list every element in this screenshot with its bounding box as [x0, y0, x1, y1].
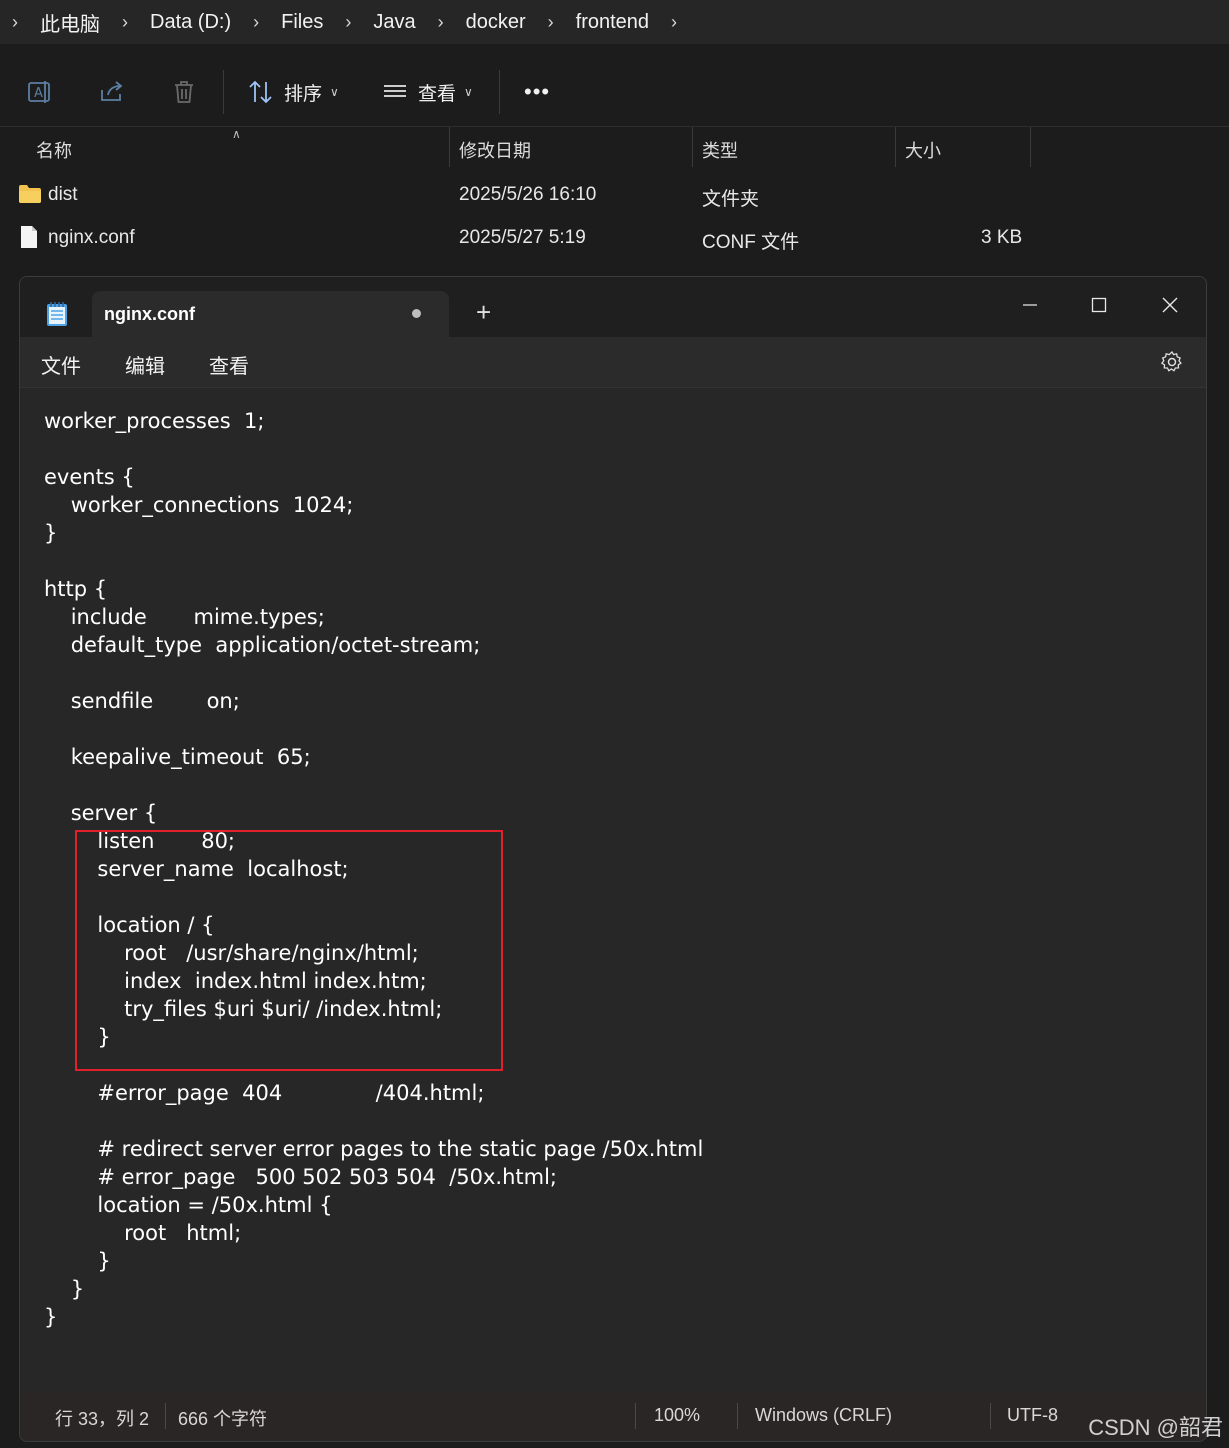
column-modified[interactable]: 修改日期	[459, 137, 531, 163]
chevron-down-icon: ∨	[464, 85, 473, 99]
close-icon	[1162, 297, 1178, 313]
file-list-header: ∧ 名称 修改日期 类型 大小	[0, 127, 1229, 167]
file-modified: 2025/5/27 5:19	[459, 227, 586, 248]
unsaved-dot-icon[interactable]	[412, 309, 421, 318]
sort-ascending-icon: ∧	[232, 127, 241, 141]
status-divider	[635, 1403, 636, 1429]
breadcrumb-frontend[interactable]: frontend	[576, 11, 649, 34]
file-icon	[21, 226, 37, 248]
new-tab-button[interactable]: +	[476, 299, 491, 325]
file-row-nginx-conf[interactable]: nginx.conf 2025/5/27 5:19 CONF 文件 3 KB	[0, 217, 1229, 259]
breadcrumb-docker[interactable]: docker	[466, 11, 526, 34]
chevron-down-icon: ∨	[330, 85, 339, 99]
close-button[interactable]	[1150, 287, 1190, 323]
encoding[interactable]: UTF-8	[1007, 1405, 1058, 1426]
file-name: dist	[48, 184, 78, 205]
toolbar-divider	[223, 70, 224, 114]
breadcrumb-drive[interactable]: Data (D:)	[150, 11, 231, 34]
chevron-right-icon[interactable]: ›	[438, 12, 444, 33]
column-name[interactable]: 名称	[36, 137, 72, 163]
breadcrumb-this-pc[interactable]: 此电脑	[40, 8, 100, 37]
column-resize-handle[interactable]	[1030, 127, 1031, 167]
view-list-icon	[384, 85, 406, 97]
sort-icon	[249, 80, 272, 104]
file-name: nginx.conf	[48, 227, 135, 248]
zoom-level[interactable]: 100%	[654, 1405, 700, 1426]
chevron-right-icon[interactable]: ›	[671, 12, 677, 33]
delete-icon[interactable]	[170, 78, 198, 106]
notepad-app-icon	[47, 302, 67, 326]
chevron-right-icon[interactable]: ›	[12, 12, 18, 33]
file-type: 文件夹	[702, 189, 760, 210]
share-icon[interactable]	[98, 78, 126, 106]
more-options-button[interactable]: •••	[524, 76, 550, 108]
watermark: CSDN @韶君	[1088, 1415, 1223, 1440]
minimize-button[interactable]	[1010, 287, 1050, 323]
column-resize-handle[interactable]	[895, 127, 896, 167]
toolbar-divider	[499, 70, 500, 114]
chevron-right-icon[interactable]: ›	[253, 12, 259, 33]
view-label: 查看	[418, 83, 457, 105]
column-type[interactable]: 类型	[702, 137, 738, 163]
tab-title: nginx.conf	[104, 304, 195, 324]
notepad-titlebar[interactable]: nginx.conf +	[20, 277, 1206, 337]
maximize-icon	[1091, 297, 1107, 313]
view-button[interactable]: 查看 ∨	[382, 76, 473, 108]
file-modified: 2025/5/26 16:10	[459, 184, 597, 205]
breadcrumb-files[interactable]: Files	[281, 11, 323, 34]
rename-icon[interactable]: A	[26, 78, 54, 106]
maximize-button[interactable]	[1079, 287, 1119, 323]
status-divider	[737, 1403, 738, 1429]
cursor-position: 行 33，列 2	[55, 1409, 150, 1429]
line-ending[interactable]: Windows (CRLF)	[755, 1405, 892, 1426]
status-bar: 行 33，列 2 666 个字符 100% Windows (CRLF) UTF…	[20, 1391, 1206, 1441]
chevron-right-icon[interactable]: ›	[345, 12, 351, 33]
minimize-icon	[1023, 304, 1037, 306]
status-divider	[990, 1403, 991, 1429]
tab-nginx-conf[interactable]: nginx.conf	[92, 291, 449, 337]
menu-edit[interactable]: 编辑	[125, 350, 165, 379]
svg-text:A: A	[34, 86, 43, 101]
breadcrumb-spacer	[0, 44, 1229, 56]
folder-icon	[19, 185, 41, 203]
notepad-window: nginx.conf + 文件 编辑 查看 worker_processes 1…	[19, 276, 1207, 1442]
column-resize-handle[interactable]	[692, 127, 693, 167]
column-resize-handle[interactable]	[449, 127, 450, 167]
sort-button[interactable]: 排序 ∨	[248, 76, 339, 108]
column-size[interactable]: 大小	[905, 137, 941, 163]
char-count: 666 个字符	[178, 1409, 268, 1429]
explorer-toolbar: A 排序 ∨ 查看 ∨ •••	[0, 56, 1229, 127]
address-breadcrumb: › 此电脑 › Data (D:) › Files › Java › docke…	[0, 0, 1229, 44]
file-row-dist[interactable]: dist 2025/5/26 16:10 文件夹	[0, 174, 1229, 216]
menu-file[interactable]: 文件	[41, 350, 81, 379]
chevron-right-icon[interactable]: ›	[122, 12, 128, 33]
gear-icon[interactable]	[1160, 350, 1184, 374]
sort-label: 排序	[284, 83, 323, 105]
file-type: CONF 文件	[702, 232, 800, 253]
highlight-box	[75, 830, 503, 1071]
status-divider	[165, 1403, 166, 1429]
menu-view[interactable]: 查看	[209, 350, 249, 379]
chevron-right-icon[interactable]: ›	[548, 12, 554, 33]
breadcrumb-java[interactable]: Java	[373, 11, 415, 34]
notepad-menubar: 文件 编辑 查看	[20, 337, 1206, 388]
file-size: 3 KB	[981, 227, 1023, 248]
